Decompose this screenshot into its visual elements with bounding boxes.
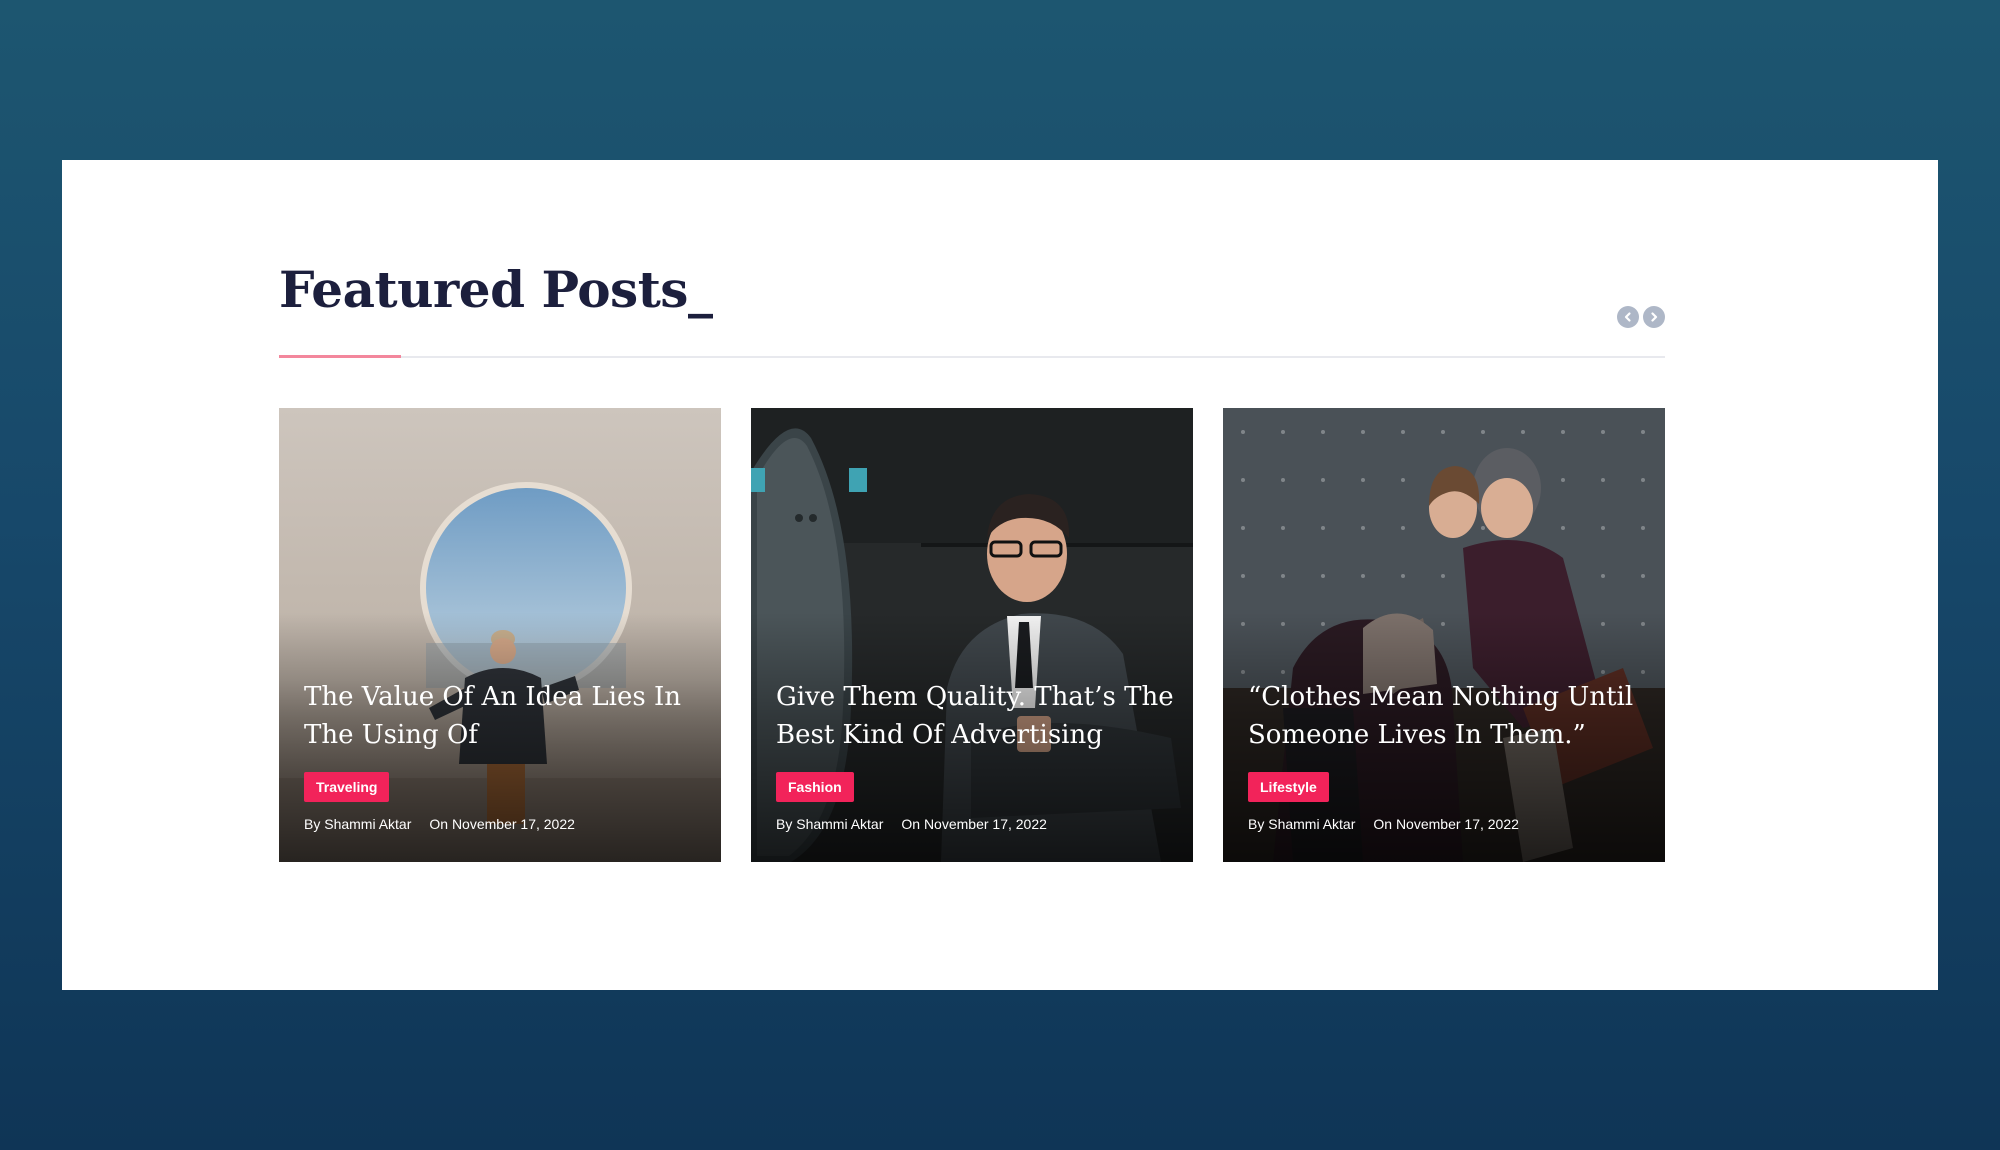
post-title[interactable]: The Value Of An Idea Lies In The Using O…: [304, 678, 704, 754]
post-meta: By Shammi Aktar On November 17, 2022: [1248, 816, 1519, 832]
featured-posts-section: Featured Posts_ The Value Of An Idea Lie…: [62, 160, 1938, 990]
chevron-right-icon: [1651, 312, 1658, 322]
post-title[interactable]: Give Them Quality. That’s The Best Kind …: [776, 678, 1176, 754]
post-meta: By Shammi Aktar On November 17, 2022: [776, 816, 1047, 832]
post-date: On November 17, 2022: [1373, 816, 1519, 832]
post-author[interactable]: By Shammi Aktar: [776, 816, 883, 832]
post-date: On November 17, 2022: [901, 816, 1047, 832]
post-carousel: The Value Of An Idea Lies In The Using O…: [279, 408, 1665, 862]
post-author[interactable]: By Shammi Aktar: [304, 816, 411, 832]
section-divider-accent: [279, 355, 401, 358]
category-tag[interactable]: Fashion: [776, 772, 854, 802]
previous-slide-button[interactable]: [1617, 306, 1639, 328]
post-date: On November 17, 2022: [429, 816, 575, 832]
slider-navigation: [1617, 306, 1665, 328]
next-slide-button[interactable]: [1643, 306, 1665, 328]
post-title[interactable]: “Clothes Mean Nothing Until Someone Live…: [1248, 678, 1648, 754]
category-tag[interactable]: Lifestyle: [1248, 772, 1329, 802]
post-meta: By Shammi Aktar On November 17, 2022: [304, 816, 575, 832]
post-card[interactable]: The Value Of An Idea Lies In The Using O…: [279, 408, 721, 862]
post-card[interactable]: “Clothes Mean Nothing Until Someone Live…: [1223, 408, 1665, 862]
post-card[interactable]: Give Them Quality. That’s The Best Kind …: [751, 408, 1193, 862]
section-title: Featured Posts_: [279, 260, 713, 319]
category-tag[interactable]: Traveling: [304, 772, 390, 802]
post-author[interactable]: By Shammi Aktar: [1248, 816, 1355, 832]
chevron-left-icon: [1624, 312, 1631, 322]
section-divider: [279, 356, 1665, 358]
